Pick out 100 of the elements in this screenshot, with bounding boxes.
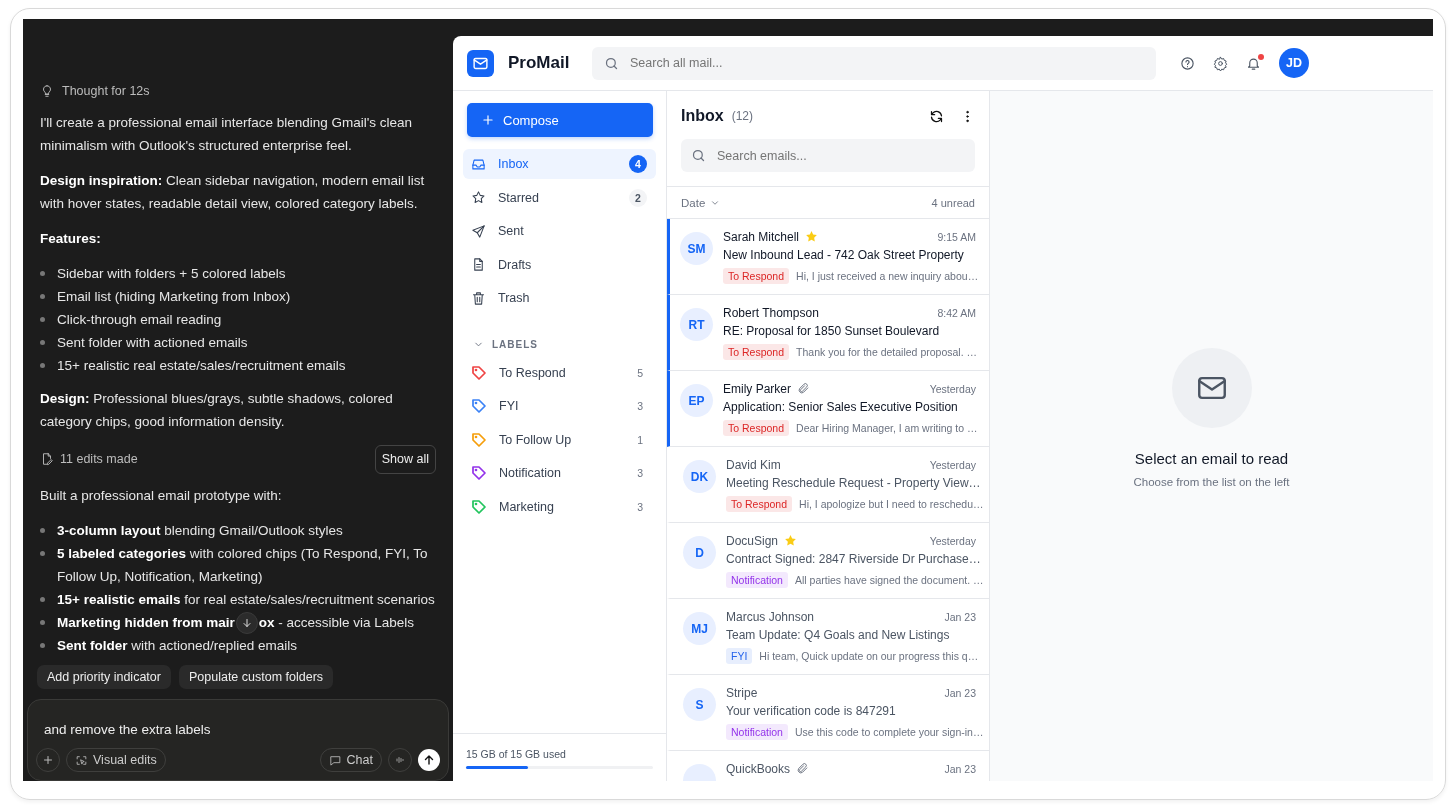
edits-count: 11 edits made (60, 450, 138, 468)
refresh-icon (929, 108, 944, 124)
label-chip: To Respond (726, 496, 793, 512)
suggestion-chip[interactable]: Populate custom folders (178, 665, 334, 689)
bullet-text: Sent folder with actioned/replied emails (57, 637, 298, 655)
bullet-dot (40, 293, 45, 299)
empty-state-title: Select an email to read (1134, 450, 1289, 467)
search-input[interactable]: Search all mail... (628, 55, 1144, 71)
folder-item[interactable]: Starred 2 (463, 182, 656, 213)
email-row[interactable]: QuickBooks Jan 23 (667, 751, 989, 781)
email-row[interactable]: RT Robert Thompson 8:42 AM RE: Proposal for 1850 Sunset Boulevard To Respond Thank you for the detailed proposal. … (667, 295, 989, 371)
bullet-text: 15+ realistic emails for real estate/sales/recruitment scenarios (57, 590, 435, 609)
empty-state-hint: Choose from the list on the left (1133, 476, 1290, 488)
sender-avatar: EP (680, 384, 713, 417)
notifications-button[interactable] (1246, 55, 1261, 71)
bullet-dot (40, 596, 45, 602)
bullet-dot (40, 527, 45, 533)
inbox-icon (471, 156, 486, 172)
email-subject: RE: Proposal for 1850 Sunset Boulevard (723, 324, 941, 340)
arrow-up-icon (422, 753, 436, 767)
message-count: (12) (731, 109, 753, 123)
bullet-text: 5 labeled categories with colored chips (To Respond, FYI, To Follow Up, Notification, Marketing) (57, 544, 429, 586)
label-chip: Notification (726, 572, 788, 588)
email-row[interactable]: EP Emily Parker Yesterday Application: Senior Sales Executive Position To Respond Dear Hiring Manager, I am writing to … (667, 371, 989, 447)
lightbulb-icon (40, 84, 54, 99)
bell-icon (1246, 55, 1261, 71)
arrow-down-icon (240, 617, 253, 629)
label-item[interactable]: Marketing 3 (463, 491, 656, 522)
label-chip: To Respond (723, 344, 790, 360)
sender-name: Sarah Mitchell (723, 229, 800, 244)
folder-item[interactable]: Inbox 4 (463, 149, 656, 179)
bullet-dot (40, 643, 45, 648)
suggestion-chip[interactable]: Add priority indicator (37, 665, 171, 689)
refresh-button[interactable] (929, 108, 944, 124)
list-title: Inbox (681, 107, 724, 125)
label-item[interactable]: To Respond 5 (463, 357, 656, 388)
bullet-dot (40, 316, 45, 322)
settings-button[interactable] (1213, 55, 1228, 71)
bullet-text: Sidebar with folders + 5 colored labels (57, 264, 286, 283)
bullet-text: Marketing hidden from mair (57, 614, 235, 630)
message-input[interactable]: and remove the extra labels (36, 710, 440, 748)
show-all-button[interactable]: Show all (374, 444, 436, 474)
email-time: Jan 23 (944, 762, 976, 775)
plus-icon (42, 754, 54, 766)
compose-button[interactable]: Compose (467, 103, 653, 137)
email-subject: Your verification code is 847291 (726, 704, 897, 720)
waveform-icon (394, 754, 406, 766)
user-avatar[interactable]: JD (1279, 48, 1309, 78)
email-search-input[interactable]: Search emails... (715, 147, 965, 164)
email-row[interactable]: MJ Marcus Johnson Jan 23 Team Update: Q4 Goals and New Listings FYI Hi team, Quick update on our progress this q… (667, 599, 989, 675)
email-time: 8:42 AM (937, 306, 976, 319)
email-row[interactable]: S Stripe Jan 23 Your verification code is 847291 Notification Use this code to complete your sign-in… (667, 675, 989, 751)
label-item[interactable]: FYI 3 (463, 391, 656, 421)
email-preview: Hi team, Quick update on our progress this q… (759, 650, 979, 662)
plus-icon (481, 113, 495, 127)
search-field[interactable]: Search all mail... (592, 46, 1156, 80)
scroll-down-button[interactable] (235, 612, 258, 634)
bullet-text: Email list (hiding Marketing from Inbox) (57, 287, 291, 306)
folder-item[interactable]: Trash (463, 283, 656, 313)
settings-icon (1213, 55, 1228, 71)
bullet-text: 15+ realistic real estate/sales/recruitment emails (57, 356, 346, 375)
email-time: Yesterday (929, 382, 976, 395)
sort-dropdown[interactable]: Date (681, 196, 721, 209)
label-item[interactable]: To Follow Up 1 (463, 424, 656, 455)
chat-input-box[interactable]: and remove the extra labels Visual edits Chat (27, 699, 449, 781)
folder-item[interactable]: Drafts (463, 249, 656, 280)
labels-header[interactable]: LABELS (473, 338, 656, 350)
bullet-dot (40, 619, 45, 625)
email-preview: Dear Hiring Manager, I am writing to … (796, 422, 978, 434)
paperclip-icon (796, 762, 810, 775)
trash-icon (471, 290, 486, 306)
email-subject: New Inbound Lead - 742 Oak Street Property (723, 248, 965, 264)
email-time: Yesterday (929, 534, 976, 547)
label-chip: FYI (726, 648, 753, 664)
email-row[interactable]: D DocuSign Yesterday Contract Signed: 2847 Riverside Dr Purchase… Notification All parties have signed the document. … (667, 523, 989, 599)
email-row[interactable]: DK David Kim Yesterday Meeting Reschedule Request - Property View… To Respond Hi, I apologize but I need to reschedu… (667, 447, 989, 523)
email-row[interactable]: SM Sarah Mitchell 9:15 AM New Inbound Lead - 742 Oak Street Property To Respond Hi, I just received a new inquiry abou… (667, 219, 989, 295)
send-icon (471, 223, 486, 239)
sender-avatar: MJ (683, 612, 716, 645)
label-chip: Notification (726, 724, 788, 740)
app-name: ProMail (508, 53, 571, 73)
message-text: Built a professional email prototype with: (40, 486, 283, 505)
sender-avatar: S (683, 688, 716, 721)
folder-item[interactable]: Sent (463, 216, 656, 246)
label-chip: To Respond (723, 420, 790, 436)
bullet-text: Sent folder with actioned emails (57, 333, 248, 352)
email-search-field[interactable]: Search emails... (681, 139, 975, 172)
email-preview: Hi, I just received a new inquiry abou… (796, 270, 979, 282)
paperclip-icon (797, 382, 810, 395)
sender-name: DocuSign (726, 533, 779, 548)
help-button[interactable] (1180, 55, 1195, 71)
sender-avatar: DK (683, 460, 716, 493)
send-button[interactable] (418, 749, 440, 771)
count-badge: 2 (629, 188, 647, 207)
email-preview: Use this code to complete your sign-in… (794, 726, 984, 738)
bullet-dot (40, 362, 45, 368)
unread-count: 4 unread (931, 196, 975, 209)
label-item[interactable]: Notification 3 (463, 458, 656, 488)
bullet-dot (40, 270, 45, 276)
file-edit-icon (40, 452, 54, 467)
